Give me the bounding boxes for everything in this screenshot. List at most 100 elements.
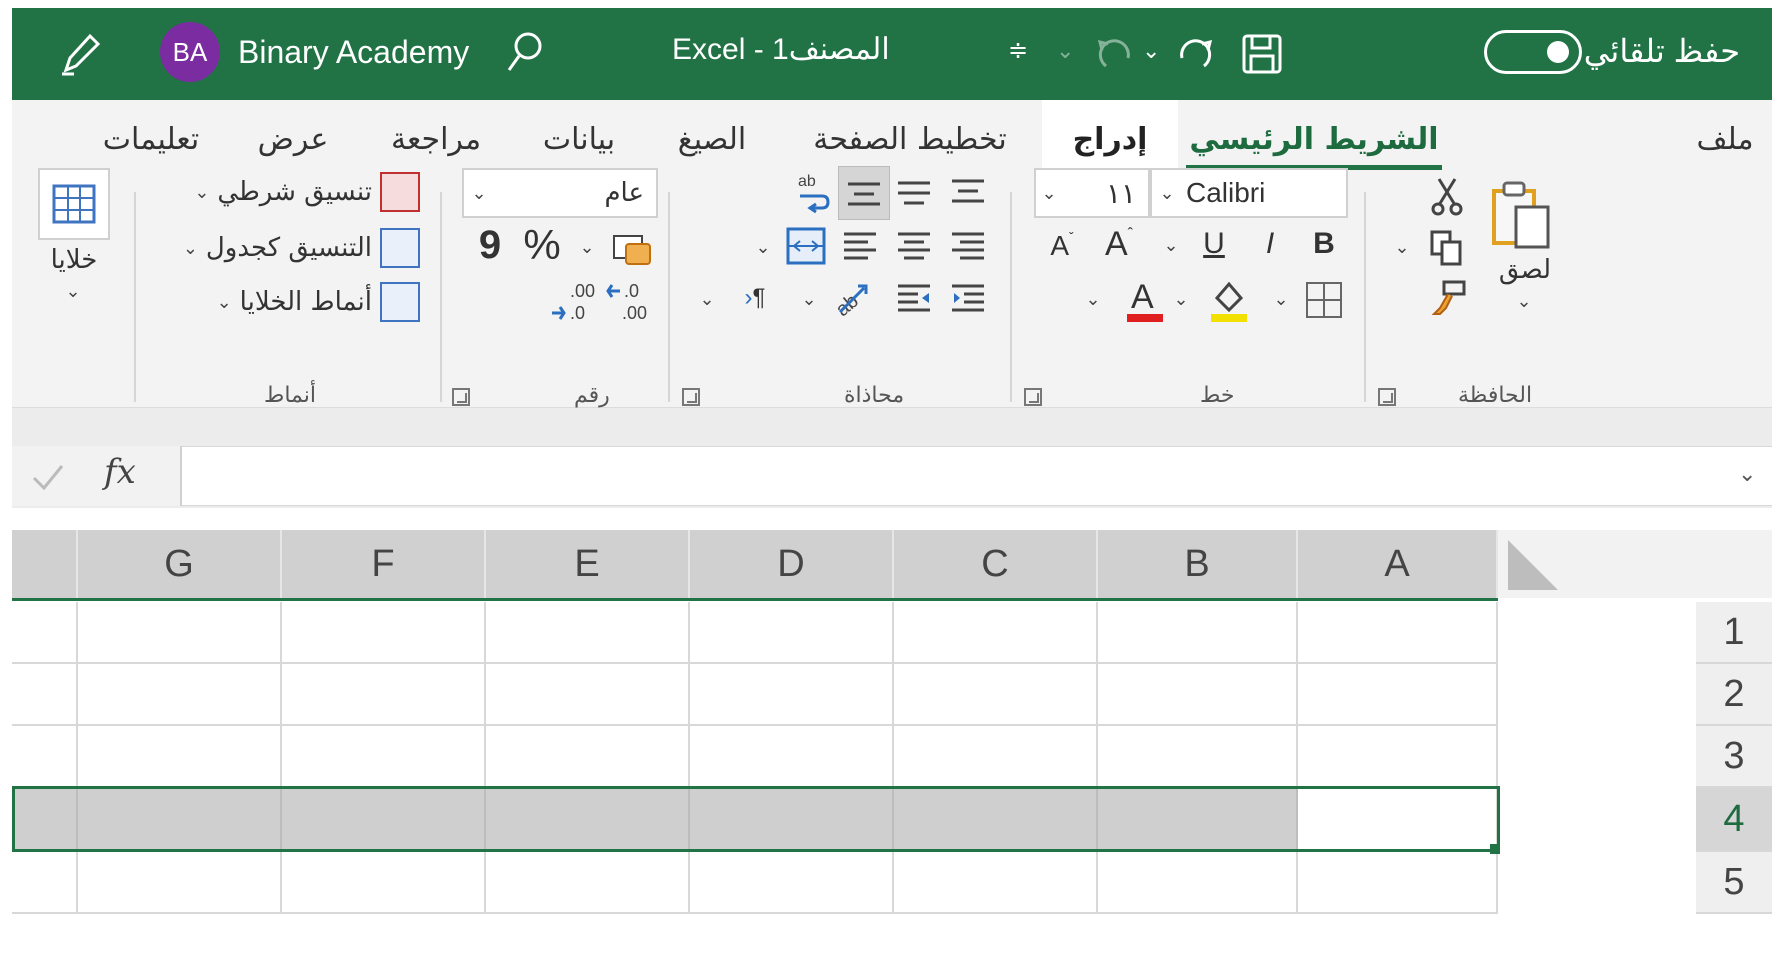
decrease-font-icon[interactable]: Aˇ (1040, 226, 1084, 266)
customize-qat-icon[interactable]: ≑ (1008, 36, 1028, 65)
autosave-toggle[interactable] (1484, 30, 1582, 74)
conditional-formatting-button[interactable]: تنسيق شرطي ⌄ (194, 172, 420, 212)
select-all-corner[interactable] (1498, 530, 1772, 598)
cell-g2[interactable] (78, 664, 282, 726)
cell-c3[interactable] (894, 726, 1098, 788)
cell-d4[interactable] (690, 788, 894, 852)
pen-icon[interactable] (56, 28, 102, 78)
format-painter-icon[interactable] (1428, 276, 1472, 320)
cell-d5[interactable] (690, 852, 894, 914)
cell-c1[interactable] (894, 602, 1098, 664)
cell-c4[interactable] (894, 788, 1098, 852)
font-color-dropdown-icon[interactable]: ⌄ (1082, 284, 1104, 314)
cell-f1[interactable] (282, 602, 486, 664)
tab-review[interactable]: مراجعة (374, 100, 498, 178)
cell-a2[interactable] (1298, 664, 1498, 726)
font-size-dropdown-icon[interactable]: ⌄ (1038, 178, 1060, 208)
cell-styles-button[interactable]: أنماط الخلايا ⌄ (217, 282, 420, 322)
paste-label[interactable]: لصق (1490, 252, 1560, 288)
font-name-dropdown-icon[interactable]: ⌄ (1156, 178, 1178, 208)
tab-insert[interactable]: إدراج (1042, 100, 1178, 178)
fill-color-icon[interactable] (1206, 276, 1252, 324)
cells-insert-icon[interactable] (38, 168, 110, 240)
column-header-d[interactable]: D (690, 530, 894, 598)
merge-dropdown-icon[interactable]: ⌄ (752, 232, 774, 262)
increase-decimal-icon[interactable]: .0.00 (604, 276, 656, 324)
cell-partial[interactable] (12, 788, 78, 852)
cell-c5[interactable] (894, 852, 1098, 914)
increase-font-icon[interactable]: Aˆ (1096, 222, 1142, 266)
save-icon[interactable] (1240, 32, 1284, 76)
cell-f3[interactable] (282, 726, 486, 788)
underline-dropdown-icon[interactable]: ⌄ (1160, 230, 1182, 260)
bold-button[interactable]: B (1306, 224, 1342, 264)
cell-a5[interactable] (1298, 852, 1498, 914)
function-icon[interactable]: fx (104, 452, 136, 492)
tab-formulas[interactable]: الصيغ (662, 100, 762, 178)
cell-partial[interactable] (12, 664, 78, 726)
font-name-box[interactable]: Calibri (1150, 168, 1348, 218)
tab-help[interactable]: تعليمات (84, 100, 218, 178)
cell-f2[interactable] (282, 664, 486, 726)
format-as-table-button[interactable]: التنسيق كجدول ⌄ (183, 228, 420, 268)
column-header-c[interactable]: C (894, 530, 1098, 598)
cell-f4[interactable] (282, 788, 486, 852)
redo-dropdown-icon[interactable]: ⌄ (1056, 38, 1074, 64)
align-right-icon[interactable] (946, 226, 990, 266)
tab-file[interactable]: ملف (1682, 100, 1768, 178)
cell-e4[interactable] (486, 788, 690, 852)
text-direction-icon[interactable]: › ¶ (732, 278, 778, 318)
row-header-3[interactable]: 3 (1696, 726, 1772, 788)
tab-data[interactable]: بيانات (524, 100, 634, 178)
borders-dropdown-icon[interactable]: ⌄ (1270, 284, 1292, 314)
align-center-icon[interactable] (892, 226, 936, 266)
cells-dropdown-icon[interactable]: ⌄ (58, 278, 88, 304)
column-header-a[interactable]: A (1298, 530, 1498, 598)
accounting-dropdown-icon[interactable]: ⌄ (576, 232, 598, 262)
tab-page-layout[interactable]: تخطيط الصفحة (802, 100, 1018, 178)
search-icon[interactable] (504, 30, 544, 76)
cell-partial[interactable] (12, 852, 78, 914)
cell-e5[interactable] (486, 852, 690, 914)
text-direction-dropdown-icon[interactable]: ⌄ (696, 284, 718, 314)
undo-icon[interactable] (1092, 34, 1136, 74)
account-area[interactable]: BA Binary Academy (160, 22, 469, 82)
alignment-launcher-icon[interactable] (682, 388, 700, 406)
cell-g5[interactable] (78, 852, 282, 914)
clipboard-launcher-icon[interactable] (1378, 388, 1396, 406)
decrease-decimal-icon[interactable]: .00.0 (548, 276, 600, 324)
column-header-b[interactable]: B (1098, 530, 1298, 598)
font-launcher-icon[interactable] (1024, 388, 1042, 406)
align-top-icon[interactable] (946, 170, 990, 214)
number-format-box[interactable]: عام (462, 168, 658, 218)
row-header-4[interactable]: 4 (1696, 788, 1772, 852)
cell-g1[interactable] (78, 602, 282, 664)
cell-partial[interactable] (12, 726, 78, 788)
column-header-g[interactable]: G (78, 530, 282, 598)
orientation-dropdown-icon[interactable]: ⌄ (798, 284, 820, 314)
cell-g4[interactable] (78, 788, 282, 852)
cell-b1[interactable] (1098, 602, 1298, 664)
copy-dropdown-icon[interactable]: ⌄ (1392, 234, 1412, 260)
row-header-5[interactable]: 5 (1696, 852, 1772, 914)
tab-view[interactable]: عرض (248, 100, 338, 178)
cell-b3[interactable] (1098, 726, 1298, 788)
orientation-icon[interactable]: ab (824, 276, 876, 320)
paste-dropdown-icon[interactable]: ⌄ (1504, 288, 1544, 314)
wrap-text-icon[interactable]: ab (790, 168, 834, 216)
cell-b4[interactable] (1098, 788, 1298, 852)
increase-indent-icon[interactable] (946, 278, 990, 318)
cell-c2[interactable] (894, 664, 1098, 726)
paste-icon[interactable] (1486, 174, 1556, 254)
row-header-1[interactable]: 1 (1696, 602, 1772, 664)
cell-e1[interactable] (486, 602, 690, 664)
cell-e2[interactable] (486, 664, 690, 726)
number-launcher-icon[interactable] (452, 388, 470, 406)
comma-style-button[interactable]: 9 (472, 220, 508, 270)
fill-color-dropdown-icon[interactable]: ⌄ (1170, 284, 1192, 314)
cell-d2[interactable] (690, 664, 894, 726)
cut-icon[interactable] (1426, 174, 1468, 220)
tab-home[interactable]: الشريط الرئيسي (1186, 100, 1442, 178)
borders-icon[interactable] (1302, 278, 1346, 322)
cell-d3[interactable] (690, 726, 894, 788)
